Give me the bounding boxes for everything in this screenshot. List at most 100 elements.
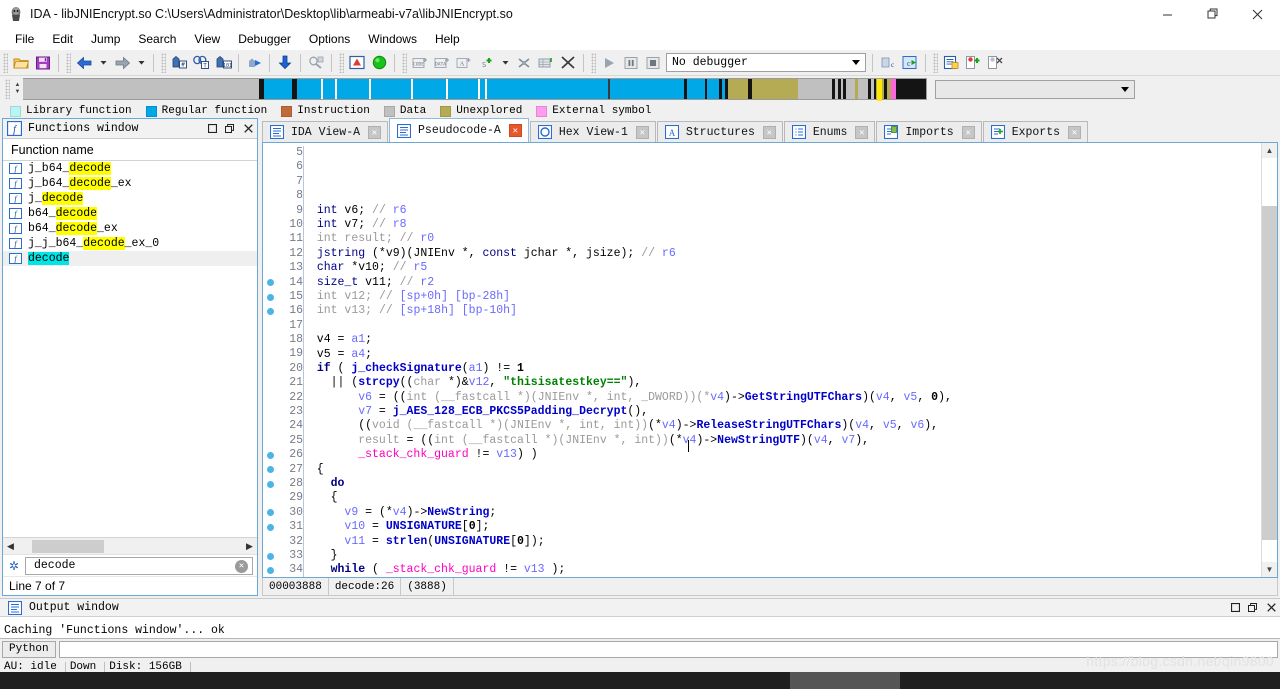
output-log[interactable]: Caching 'Functions window'... ok	[0, 617, 1280, 639]
menu-jump[interactable]: Jump	[82, 30, 129, 48]
search-hex-icon[interactable]: #	[168, 52, 190, 74]
save-icon[interactable]	[32, 52, 54, 74]
search-text-icon[interactable]: T	[190, 52, 212, 74]
code-text[interactable]: int v6; // r6 int v7; // r8 int result; …	[303, 143, 1261, 577]
breakpoint-marker[interactable]	[263, 535, 277, 549]
fnwin-restore-button[interactable]	[221, 120, 239, 138]
breakpoint-marker[interactable]	[263, 160, 277, 174]
tab-close-icon[interactable]: ✕	[855, 125, 869, 139]
breakpoint-marker[interactable]	[263, 477, 277, 491]
decompile-run-icon[interactable]: c	[899, 52, 921, 74]
breakpoint-marker[interactable]	[263, 204, 277, 218]
vscroll-up-arrow[interactable]: ▲	[1262, 143, 1277, 158]
list-window-icon[interactable]	[940, 52, 962, 74]
make-array-icon[interactable]	[535, 52, 557, 74]
no-search-icon[interactable]	[305, 52, 327, 74]
breakpoint-marker[interactable]	[263, 491, 277, 505]
menu-file[interactable]: File	[6, 30, 43, 48]
stop-icon[interactable]	[642, 52, 664, 74]
tab-structures[interactable]: A Structures ✕	[656, 121, 783, 142]
breakpoint-marker[interactable]	[263, 189, 277, 203]
breakpoint-marker[interactable]	[263, 247, 277, 261]
breakpoint-marker[interactable]	[263, 304, 277, 318]
breakpoint-marker[interactable]	[263, 261, 277, 275]
breakpoint-marker[interactable]	[263, 347, 277, 361]
restore-button[interactable]	[1190, 0, 1235, 28]
tab-enums[interactable]: Enums ✕	[783, 121, 876, 142]
tab-exports[interactable]: Exports ✕	[982, 121, 1089, 142]
breakpoint-add-icon[interactable]	[962, 52, 984, 74]
toolbar-grip[interactable]	[3, 52, 8, 73]
delete-icon[interactable]	[557, 52, 579, 74]
fnwin-close-button[interactable]	[239, 120, 257, 138]
hscroll-thumb[interactable]	[32, 539, 104, 553]
breakpoint-marker[interactable]	[263, 391, 277, 405]
hscroll-left-arrow[interactable]: ◀	[3, 541, 18, 552]
breakpoint-marker[interactable]	[263, 563, 277, 577]
navigate-forward-icon[interactable]	[111, 52, 133, 74]
function-list-hscrollbar[interactable]: ◀ ▶	[3, 537, 257, 554]
function-list[interactable]: f j_b64_decode f j_b64_decode_ex f j_decode f b…	[3, 161, 257, 537]
make-ascii-icon[interactable]: A	[453, 52, 475, 74]
breakpoint-marker[interactable]	[263, 218, 277, 232]
vscroll-thumb[interactable]	[1262, 206, 1277, 540]
hscroll-track[interactable]	[18, 539, 242, 553]
minimize-button[interactable]	[1145, 0, 1190, 28]
outwin-maximize-button[interactable]	[1226, 599, 1244, 617]
fnwin-maximize-button[interactable]	[203, 120, 221, 138]
back-dropdown-icon[interactable]	[95, 52, 111, 74]
breakpoint-marker[interactable]	[263, 463, 277, 477]
breakpoint-marker[interactable]	[263, 549, 277, 563]
function-list-item[interactable]: f j_b64_decode_ex	[3, 176, 257, 191]
code-vscrollbar[interactable]: ▲ ▼	[1261, 143, 1277, 577]
debugger-select[interactable]: No debugger	[666, 53, 866, 72]
outwin-close-button[interactable]	[1262, 599, 1280, 617]
filter-icon[interactable]: ✲	[3, 559, 25, 573]
function-list-item[interactable]: f b64_decode_ex	[3, 221, 257, 236]
pseudocode-view[interactable]: 5 6 7 8 9 10 11 12 13 14 15 16 17 18 19 20 21 22 23 24 25 26 2…	[262, 142, 1278, 578]
tab-close-icon[interactable]: ✕	[762, 125, 776, 139]
python-toggle-button[interactable]: Python	[2, 640, 56, 658]
open-file-icon[interactable]	[10, 52, 32, 74]
hscroll-right-arrow[interactable]: ▶	[242, 541, 257, 552]
breakpoint-marker[interactable]	[263, 520, 277, 534]
graph-view-icon[interactable]	[346, 52, 368, 74]
jump-xref-icon[interactable]	[243, 52, 265, 74]
make-code-icon[interactable]: CODE	[409, 52, 431, 74]
forward-dropdown-icon[interactable]	[133, 52, 149, 74]
green-run-icon[interactable]	[368, 52, 390, 74]
breakpoint-marker[interactable]	[263, 146, 277, 160]
toolbar-grip-6[interactable]	[591, 52, 596, 73]
menu-windows[interactable]: Windows	[359, 30, 426, 48]
menu-debugger[interactable]: Debugger	[229, 30, 300, 48]
vscroll-down-arrow[interactable]: ▼	[1262, 562, 1277, 577]
breakpoint-marker[interactable]	[263, 276, 277, 290]
menu-search[interactable]: Search	[129, 30, 185, 48]
jump-down-icon[interactable]	[274, 52, 296, 74]
navigation-band[interactable]	[23, 78, 927, 101]
breakpoint-marker[interactable]	[263, 290, 277, 304]
function-list-item[interactable]: f j_j_b64_decode_ex_0	[3, 236, 257, 251]
navband-arrows[interactable]: ▲ ▼	[12, 78, 23, 100]
tab-hex-view-1[interactable]: Hex View-1 ✕	[529, 121, 656, 142]
make-struct-icon[interactable]: S	[475, 52, 497, 74]
search-immediate-icon[interactable]: 101	[212, 52, 234, 74]
struct-dropdown-icon[interactable]	[497, 52, 513, 74]
breakpoint-marker[interactable]	[263, 405, 277, 419]
menu-options[interactable]: Options	[300, 30, 359, 48]
breakpoint-gutter[interactable]	[263, 143, 277, 577]
toolbar-grip-2[interactable]	[66, 52, 71, 73]
breakpoint-marker[interactable]	[263, 506, 277, 520]
menu-help[interactable]: Help	[426, 30, 469, 48]
menu-edit[interactable]: Edit	[43, 30, 82, 48]
breakpoint-marker[interactable]	[263, 175, 277, 189]
function-list-item[interactable]: f b64_decode	[3, 206, 257, 221]
tab-close-icon[interactable]: ✕	[508, 124, 522, 137]
search-input[interactable]: decode ✕	[25, 556, 253, 575]
run-icon[interactable]	[598, 52, 620, 74]
decompile-c-icon[interactable]: c	[877, 52, 899, 74]
function-list-item[interactable]: f j_decode	[3, 191, 257, 206]
navigate-back-icon[interactable]	[73, 52, 95, 74]
tab-close-icon[interactable]: ✕	[635, 125, 649, 139]
toolbar-grip-4[interactable]	[339, 52, 344, 73]
